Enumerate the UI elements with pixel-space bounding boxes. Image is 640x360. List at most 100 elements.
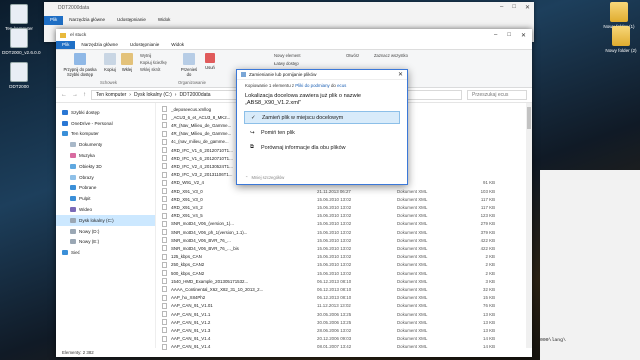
open-button[interactable]: Otwórz [346,53,359,58]
file-row[interactable]: SNR_motD4_V06_BVR_76_... 15.06.2010 13:02… [162,236,522,244]
file-row[interactable]: 1540_HMD_Example_201305171532... 06.12.20… [162,277,522,285]
sidebar-item[interactable]: Muzyka [56,150,155,161]
replace-or-skip-dialog[interactable]: Zamienianie lub pomijanie plików ✕ Kopio… [236,69,408,185]
replace-file-option[interactable]: ✓ Zamień plik w miejscu docelowym [244,111,400,124]
window-controls[interactable]: – □ ✕ [494,32,532,39]
sidebar-item[interactable]: Ten komputer [56,129,155,140]
move-to-button[interactable]: Przenieś do [178,53,200,77]
file-row[interactable]: SNR_motD4_V06_(version_1)... 15.06.2010 1… [162,220,522,228]
desktop-icon-folder-2[interactable]: Nowy folder (2) [604,26,638,53]
tab-file[interactable]: Plik [44,16,64,25]
fewer-details-toggle[interactable]: ⌃ Mniej szczegółów [245,175,284,180]
delete-button[interactable]: Usuń [202,53,218,70]
maximize-icon[interactable]: □ [512,4,516,11]
breadcrumb-item[interactable]: DDT2000data [179,92,210,98]
scrollbar-thumb[interactable] [527,107,531,129]
chevron-right-icon: › [174,92,177,98]
sidebar-item[interactable]: Wideo [56,204,155,215]
xml-file-icon [162,278,167,285]
sidebar-item[interactable]: Dokumenty [56,139,155,150]
breadcrumb-item[interactable]: Dysk lokalny (C:) [134,92,172,98]
file-date: 28.06.2006 13:02 [317,327,352,333]
sidebar-item[interactable]: Sieć [56,247,155,258]
file-row[interactable]: 500_kbps_CAN2 15.06.2010 13:02 Dokument XM… [162,269,522,277]
skip-file-option[interactable]: ↪ Pomiń ten plik [244,126,400,139]
file-row[interactable]: AAP_CAN_91_V1.01 11.12.2013 13:02 Dokument… [162,302,522,310]
new-item-button[interactable]: Nowy element [274,53,301,58]
tab-share[interactable]: Udostępnianie [111,16,152,25]
cut-button[interactable]: Wytnij [140,53,151,58]
scrollbar[interactable] [526,103,532,348]
xml-file-icon [162,319,167,326]
title-bar[interactable]: el stuck – □ ✕ [56,29,532,41]
tab-view[interactable]: Widok [152,16,177,25]
breadcrumb-item[interactable]: Ten komputer [96,92,126,98]
compare-files-option[interactable]: ⧉ Porównaj informacje dla obu plików [244,141,400,154]
desktop-icon-ddt2000[interactable]: DDT2000 [2,62,36,89]
copy-path-button[interactable]: Kopiuj ścieżkę [140,60,167,65]
file-name: 250_kbps_CAN2 [171,262,205,268]
file-row[interactable]: AAP_CAN_91_V1.1 30.05.2006 13:25 Dokument … [162,310,522,318]
sidebar-item[interactable]: Nowy (D:) [56,226,155,237]
paste-shortcut-button[interactable]: Wklej skrót [140,67,160,72]
close-icon[interactable]: ✕ [525,4,530,11]
file-row[interactable]: AAP_CAN_91_V1.4 20.12.2006 09:03 Dokument … [162,335,522,343]
file-type: Dokument XML [397,221,428,227]
location-icon [70,228,76,234]
desktop-icon-this-pc[interactable]: Ten komputer [2,4,36,31]
tab-home[interactable]: Narzędzia główne [63,16,111,25]
skip-icon: ↪ [250,129,255,136]
sidebar-item[interactable]: Dysk lokalny (C:) [56,214,155,226]
file-row[interactable]: 250_kbps_CAN2 15.06.2010 13:02 Dokument XM… [162,261,522,269]
easy-access-button[interactable]: Łatwy dostęp [274,61,299,66]
file-size: 14 KB [483,336,495,342]
minimize-icon[interactable]: – [494,32,497,39]
close-icon[interactable]: ✕ [398,71,407,78]
file-row[interactable]: AAP_ho_X84Ph2 06.12.2013 08:10 Dokument XM… [162,294,522,302]
tab-view[interactable]: Widok [165,41,190,49]
file-row[interactable]: SNR_motD4_V06_BVR_76_..._bis 15.06.2010 1… [162,244,522,252]
up-icon[interactable]: ↑ [83,92,86,98]
sidebar-item[interactable]: Szybki dostęp [56,107,155,118]
sidebar-item[interactable]: Pulpit [56,193,155,204]
window-title: el stuck [70,32,87,38]
sidebar-item[interactable]: Nowy (E:) [56,237,155,248]
window-controls[interactable]: – □ ✕ [500,4,530,11]
desktop-icon-folder-1[interactable]: Nowy folder (1) [602,2,636,29]
file-row[interactable]: SNR_motD4_V06_ph_1(version_1.1)... 15.06.… [162,228,522,236]
file-date: 21.11.2013 06:27 [317,188,351,194]
file-row[interactable]: AAAA_Continental_X62_X82_31_10_2013_2...… [162,285,522,293]
file-row[interactable]: 125_kbps_CAN 15.06.2010 13:02 Dokument XML… [162,253,522,261]
tab-share[interactable]: Udostępnianie [124,41,165,49]
paste-button[interactable]: Wklej [119,53,135,72]
search-input[interactable]: Przeszukaj ecus [467,90,527,100]
maximize-icon[interactable]: □ [507,32,511,39]
sidebar-item[interactable]: OneDrive - Personal [56,118,155,129]
file-row[interactable]: AAP_CAN_91_V1.2 30.05.2006 13:25 Dokument … [162,318,522,326]
copy-button[interactable]: Kopiuj [102,53,118,72]
sidebar-item[interactable]: Pobrane [56,183,155,194]
file-row[interactable]: AAP_CAN_91_V1.3 28.06.2006 13:02 Dokument … [162,326,522,334]
pin-quick-access-button[interactable]: Przypnij do paska Szybki dostęp [60,53,100,77]
tab-home[interactable]: Narzędzia główne [75,41,124,49]
file-type: Dokument XML [397,327,428,333]
file-row[interactable]: 4RD_X91_V3_0 21.11.2013 06:27 Dokument XML… [162,187,522,195]
source-link[interactable]: Pliki do podmiany [295,83,329,88]
sidebar-item[interactable]: Obrazy [56,172,155,183]
select-all-button[interactable]: Zaznacz wszystko [374,53,408,58]
file-row[interactable]: 4RD_X91_V4_5 15.06.2010 13:02 Dokument XML… [162,212,522,220]
destination-link[interactable]: ecus [337,83,346,88]
file-date: 30.05.2006 13:25 [317,311,352,317]
tab-file[interactable]: Plik [56,41,76,49]
desktop-icon-ddt2000-installer[interactable]: DDT2000_v2.6.0.0 [2,28,41,55]
dialog-title-bar[interactable]: Zamienianie lub pomijanie plików ✕ [237,70,407,80]
group-organize-label: Organizowanie [178,80,206,85]
folder-icon [60,32,66,38]
file-row[interactable]: 4RD_X91_V4_2 15.06.2010 13:02 Dokument XML… [162,203,522,211]
minimize-icon[interactable]: – [500,4,503,11]
file-row[interactable]: 4RD_X91_V3_0 15.06.2010 13:02 Dokument XML… [162,195,522,203]
close-icon[interactable]: ✕ [521,32,526,39]
forward-icon[interactable]: → [72,92,78,98]
back-icon[interactable]: ← [61,92,67,98]
sidebar-item[interactable]: Obiekty 3D [56,161,155,172]
